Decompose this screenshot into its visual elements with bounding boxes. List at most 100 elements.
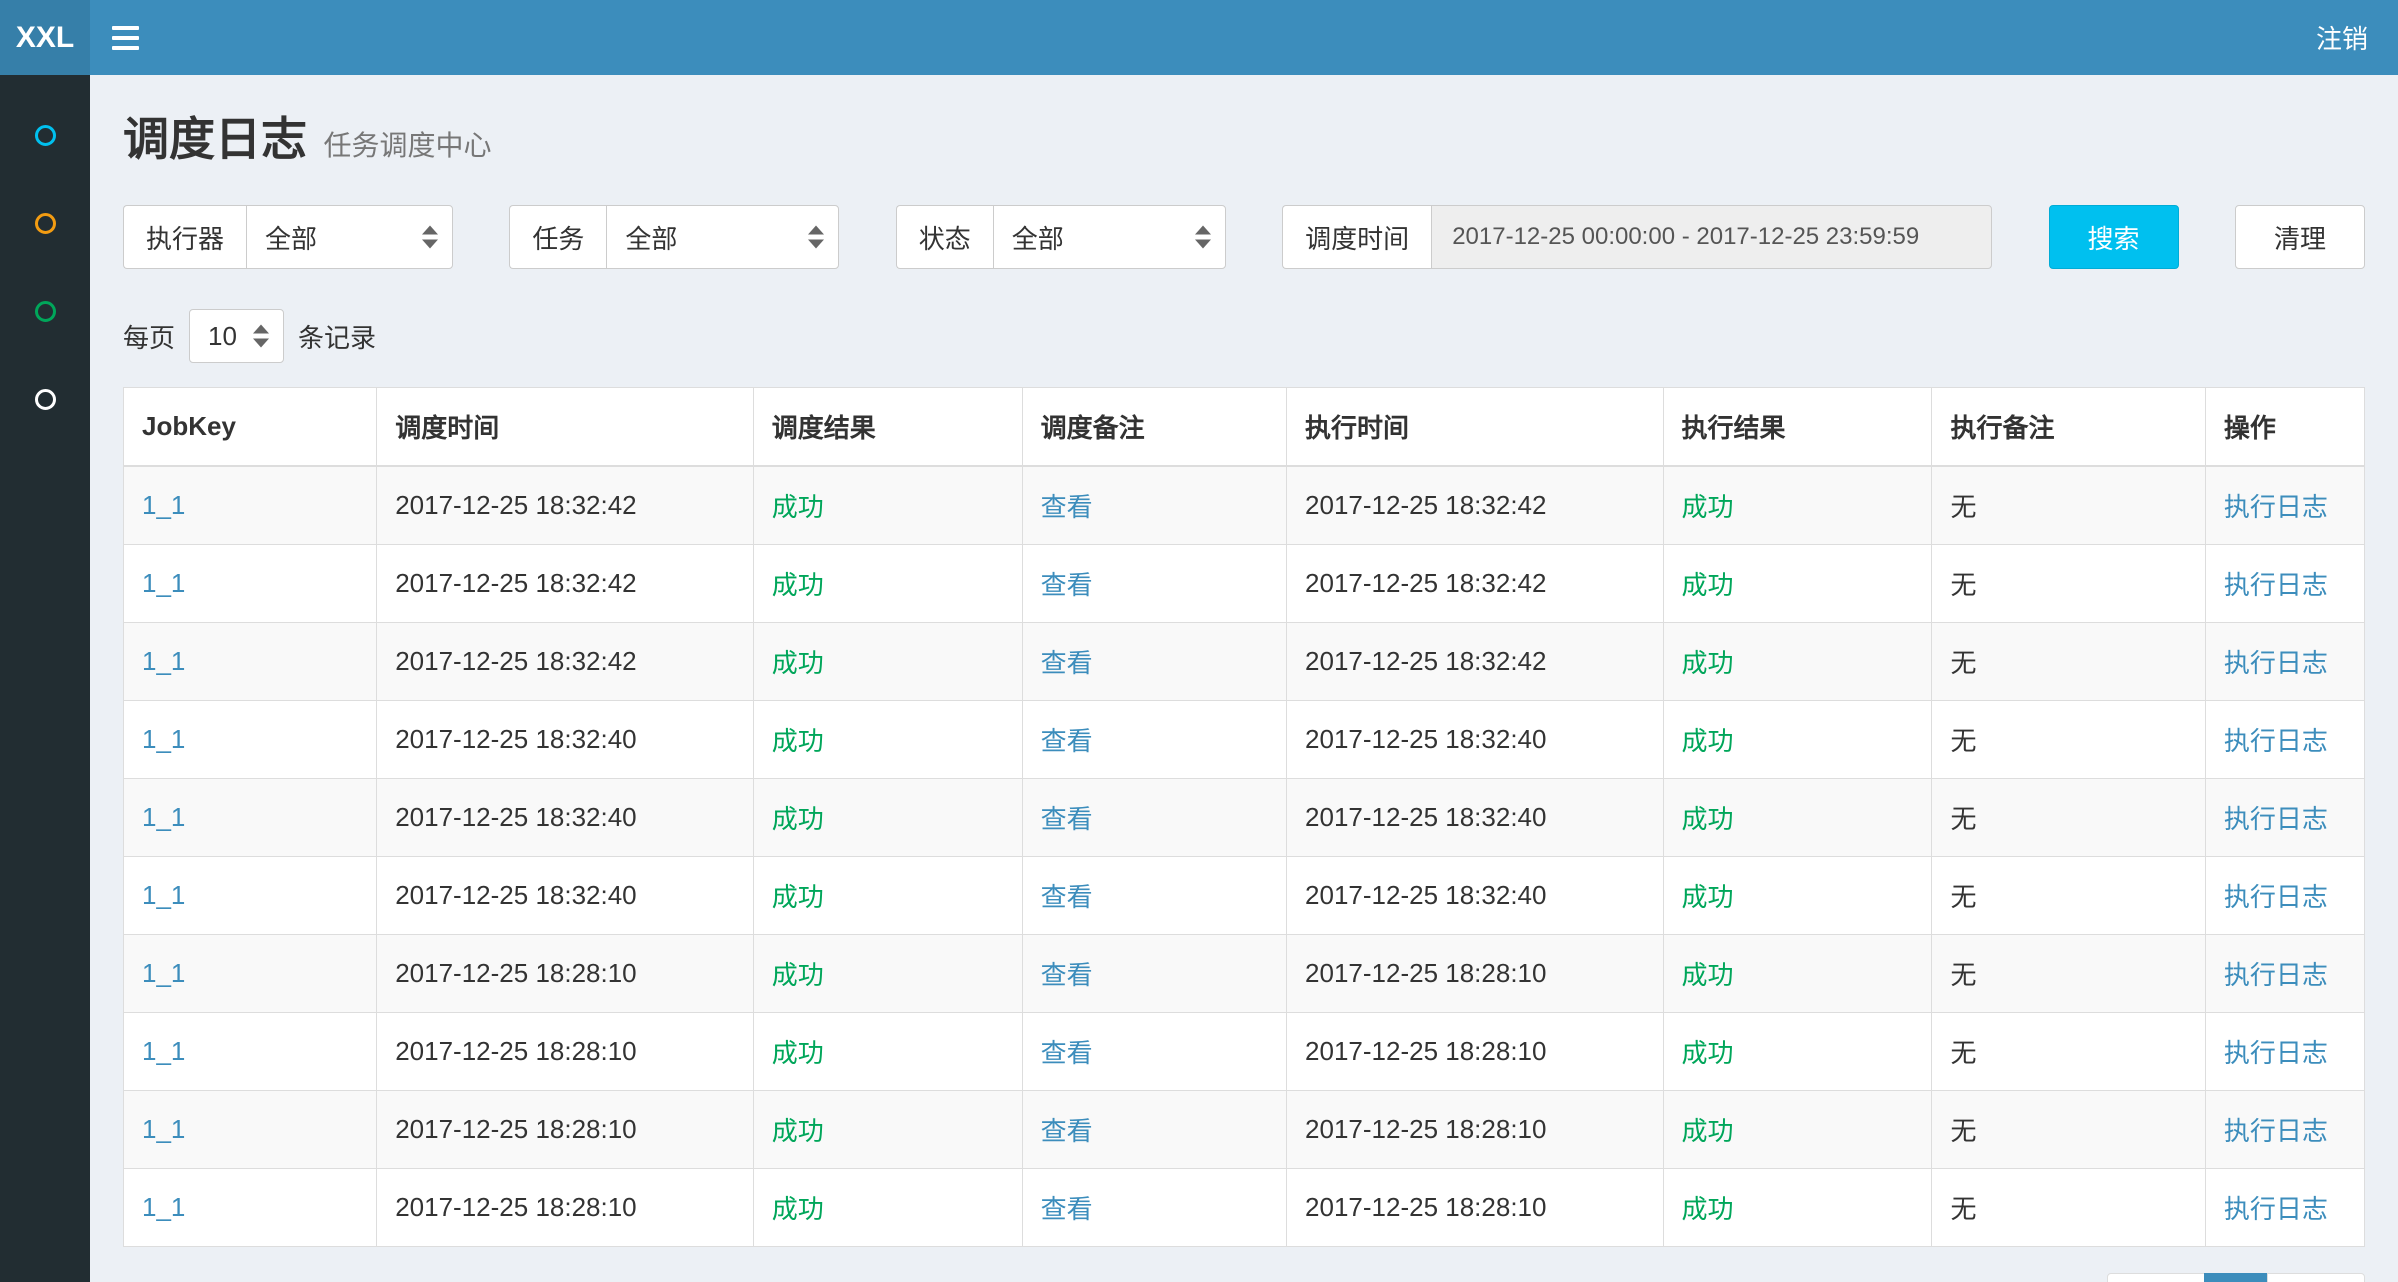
- table-row: 1_1 2017-12-25 18:32:40 成功 查看 2017-12-25…: [124, 701, 2365, 779]
- execution-log-link[interactable]: 执行日志: [2224, 648, 2328, 678]
- handle-result-text: 成功: [1682, 804, 1734, 834]
- search-button[interactable]: 搜索: [2049, 205, 2179, 269]
- sidebar-item-3[interactable]: [0, 267, 90, 355]
- handle-time-cell: 2017-12-25 18:28:10: [1287, 1013, 1663, 1091]
- execution-log-link[interactable]: 执行日志: [2224, 1038, 2328, 1068]
- handle-time-cell: 2017-12-25 18:28:10: [1287, 1091, 1663, 1169]
- content-header: 调度日志 任务调度中心: [123, 75, 2365, 175]
- jobkey-link[interactable]: 1_1: [142, 1192, 185, 1222]
- trigger-time-cell: 2017-12-25 18:32:42: [377, 623, 753, 701]
- jobkey-link[interactable]: 1_1: [142, 1114, 185, 1144]
- trigger-time-cell: 2017-12-25 18:28:10: [377, 1013, 753, 1091]
- trigger-time-cell: 2017-12-25 18:32:40: [377, 857, 753, 935]
- job-filter: 任务 全部: [509, 205, 839, 269]
- trigger-result-text: 成功: [772, 570, 824, 600]
- jobkey-link[interactable]: 1_1: [142, 958, 185, 988]
- prev-page-button[interactable]: 上页: [2107, 1273, 2205, 1282]
- page-title: 调度日志: [123, 103, 307, 169]
- handle-result-text: 成功: [1682, 570, 1734, 600]
- trigger-result-text: 成功: [772, 1038, 824, 1068]
- executor-select-value: 全部: [265, 219, 317, 256]
- handle-time-cell: 2017-12-25 18:28:10: [1287, 935, 1663, 1013]
- pagination: 上页 1 下页: [2107, 1273, 2365, 1282]
- trigger-msg-link[interactable]: 查看: [1041, 1116, 1093, 1146]
- hamburger-menu-icon[interactable]: [90, 0, 160, 75]
- trigger-result-text: 成功: [772, 492, 824, 522]
- trigger-msg-link[interactable]: 查看: [1041, 570, 1093, 600]
- trigger-time-cell: 2017-12-25 18:32:42: [377, 466, 753, 545]
- handle-time-cell: 2017-12-25 18:32:40: [1287, 701, 1663, 779]
- trigger-msg-link[interactable]: 查看: [1041, 960, 1093, 990]
- dispatch-log-table: JobKey 调度时间 调度结果 调度备注 执行时间 执行结果 执行备注 操作 …: [123, 387, 2365, 1247]
- page-size-value: 10: [208, 321, 237, 352]
- execution-log-link[interactable]: 执行日志: [2224, 492, 2328, 522]
- handle-time-cell: 2017-12-25 18:32:42: [1287, 545, 1663, 623]
- circle-o-icon: [35, 301, 56, 322]
- trigger-msg-link[interactable]: 查看: [1041, 726, 1093, 756]
- jobkey-link[interactable]: 1_1: [142, 1036, 185, 1066]
- sidebar-item-1[interactable]: [0, 91, 90, 179]
- col-handle-time: 执行时间: [1287, 388, 1663, 467]
- jobkey-link[interactable]: 1_1: [142, 646, 185, 676]
- handle-time-cell: 2017-12-25 18:32:40: [1287, 779, 1663, 857]
- app-logo[interactable]: XXL: [0, 0, 90, 75]
- logout-link[interactable]: 注销: [2316, 19, 2368, 56]
- table-row: 1_1 2017-12-25 18:32:40 成功 查看 2017-12-25…: [124, 779, 2365, 857]
- next-page-button[interactable]: 下页: [2267, 1273, 2365, 1282]
- trigger-msg-link[interactable]: 查看: [1041, 882, 1093, 912]
- status-filter: 状态 全部: [896, 205, 1226, 269]
- trigger-msg-link[interactable]: 查看: [1041, 1038, 1093, 1068]
- handle-msg-cell: 无: [1932, 935, 2205, 1013]
- trigger-result-text: 成功: [772, 1116, 824, 1146]
- table-row: 1_1 2017-12-25 18:28:10 成功 查看 2017-12-25…: [124, 1013, 2365, 1091]
- col-action: 操作: [2205, 388, 2364, 467]
- handle-time-cell: 2017-12-25 18:32:40: [1287, 857, 1663, 935]
- execution-log-link[interactable]: 执行日志: [2224, 570, 2328, 600]
- sidebar-item-2[interactable]: [0, 179, 90, 267]
- execution-log-link[interactable]: 执行日志: [2224, 882, 2328, 912]
- execution-log-link[interactable]: 执行日志: [2224, 1194, 2328, 1224]
- execution-log-link[interactable]: 执行日志: [2224, 726, 2328, 756]
- execution-log-link[interactable]: 执行日志: [2224, 1116, 2328, 1146]
- current-page-button[interactable]: 1: [2204, 1273, 2268, 1282]
- handle-msg-cell: 无: [1932, 779, 2205, 857]
- handle-result-text: 成功: [1682, 648, 1734, 678]
- jobkey-link[interactable]: 1_1: [142, 724, 185, 754]
- table-row: 1_1 2017-12-25 18:28:10 成功 查看 2017-12-25…: [124, 1091, 2365, 1169]
- circle-o-icon: [35, 125, 56, 146]
- execution-log-link[interactable]: 执行日志: [2224, 960, 2328, 990]
- filter-toolbar: 执行器 全部 任务 全部 状态 全部 调度时间 搜索 清理: [123, 205, 2365, 269]
- handle-time-cell: 2017-12-25 18:28:10: [1287, 1169, 1663, 1247]
- trigger-msg-link[interactable]: 查看: [1041, 648, 1093, 678]
- job-filter-label: 任务: [509, 205, 606, 269]
- handle-msg-cell: 无: [1932, 1169, 2205, 1247]
- trigger-msg-link[interactable]: 查看: [1041, 804, 1093, 834]
- top-navbar: XXL 注销: [0, 0, 2398, 75]
- trigger-time-filter: 调度时间: [1282, 205, 1992, 269]
- jobkey-link[interactable]: 1_1: [142, 880, 185, 910]
- clear-button[interactable]: 清理: [2235, 205, 2365, 269]
- handle-result-text: 成功: [1682, 960, 1734, 990]
- table-footer: 第 1 页 ( 总共 1 页， 10 条记录 ) 上页 1 下页: [123, 1273, 2365, 1282]
- status-select[interactable]: 全部: [993, 205, 1226, 269]
- execution-log-link[interactable]: 执行日志: [2224, 804, 2328, 834]
- page-size-select[interactable]: 10: [189, 309, 284, 363]
- status-select-value: 全部: [1012, 219, 1064, 256]
- page-size-suffix: 条记录: [298, 318, 376, 355]
- handle-msg-cell: 无: [1932, 1091, 2205, 1169]
- table-row: 1_1 2017-12-25 18:32:40 成功 查看 2017-12-25…: [124, 857, 2365, 935]
- handle-result-text: 成功: [1682, 1116, 1734, 1146]
- jobkey-link[interactable]: 1_1: [142, 802, 185, 832]
- sidebar-item-4[interactable]: [0, 355, 90, 443]
- trigger-msg-link[interactable]: 查看: [1041, 1194, 1093, 1224]
- select-arrows-icon: [1195, 226, 1211, 249]
- executor-filter: 执行器 全部: [123, 205, 453, 269]
- jobkey-link[interactable]: 1_1: [142, 490, 185, 520]
- jobkey-link[interactable]: 1_1: [142, 568, 185, 598]
- handle-result-text: 成功: [1682, 492, 1734, 522]
- executor-select[interactable]: 全部: [246, 205, 453, 269]
- trigger-time-filter-label: 调度时间: [1282, 205, 1431, 269]
- trigger-msg-link[interactable]: 查看: [1041, 492, 1093, 522]
- trigger-time-range-input[interactable]: [1431, 205, 1992, 269]
- job-select[interactable]: 全部: [606, 205, 839, 269]
